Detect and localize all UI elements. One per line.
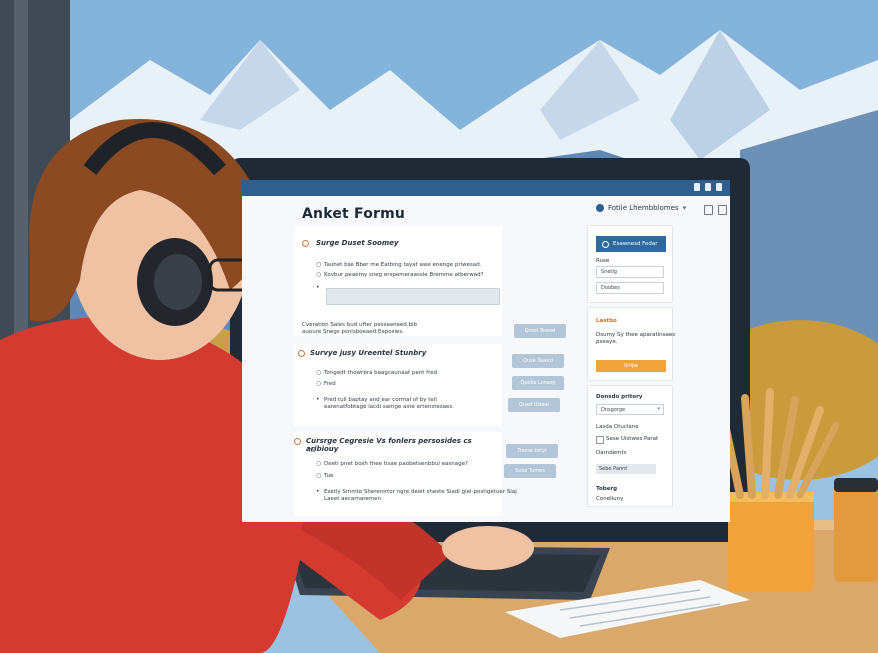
section-2-button-1[interactable]: Quse Tewed	[512, 354, 564, 368]
app-topbar	[242, 180, 730, 196]
section-3-marker-icon	[294, 438, 301, 445]
section-2-intro-2: auoure Snegs psnlsboeaed Eeposies.	[302, 329, 405, 335]
user-name: Fotile Lhembblomes	[608, 204, 679, 212]
survey-section-1: Surge Duset Soomey ○ Tauhet bse Bber me …	[294, 226, 502, 336]
option-checkbox[interactable]	[596, 436, 604, 444]
survey-section-2: Survye jusy Ureentel Stunbry ○ Tongedt t…	[294, 344, 502, 426]
primary-search-button-label: Esawnesd Fedar	[613, 241, 658, 247]
field-2-input[interactable]: Doobes	[596, 282, 664, 294]
section-1-action-button[interactable]: Qood Tewed	[514, 324, 566, 338]
page-title: Anket Formu	[302, 206, 406, 222]
grid-icon[interactable]	[704, 205, 713, 215]
section-2-heading: Survye jusy Ureentel Stunbry	[310, 349, 427, 357]
info-icon[interactable]	[705, 183, 711, 191]
field-1-input[interactable]: Snetlg	[596, 266, 664, 278]
section-1-heading: Surge Duset Soomey	[316, 239, 399, 247]
footer-text: Coneliuny	[596, 496, 624, 502]
section-3-text-2: Laeet aecarnaremen	[324, 496, 382, 502]
settings-icon[interactable]	[716, 183, 722, 191]
orange-action-button[interactable]: Srilpe	[596, 360, 666, 372]
section-3-button-2[interactable]: Suse Tumes	[504, 464, 556, 478]
survey-screen: Anket Formu Fotile Lhembblomes ▾ Surge D…	[242, 180, 730, 522]
section-2-intro-1: Cveration Sales bud ufter pessawtaed bib	[302, 322, 418, 328]
survey-sections: Surge Duset Soomey ○ Tauhet bse Bber me …	[294, 226, 576, 516]
footer-title: Toberg	[596, 486, 618, 492]
section-2-marker-icon	[298, 350, 305, 357]
user-menu[interactable]: Fotile Lhembblomes ▾	[596, 204, 686, 212]
info-panel-text-1: Dsumy Sy thee aparatinsaes	[596, 332, 676, 338]
section-2-option-1[interactable]: Tongedt thowrbra baagcaunaat pent fred	[324, 370, 437, 376]
info-panel: Lastbo Dsumy Sy thee aparatinsaes pseaye…	[588, 308, 676, 380]
search-icon	[602, 240, 609, 248]
small-label: Darndemts	[596, 450, 627, 456]
hand	[442, 526, 534, 570]
chevron-down-icon: ▾	[682, 204, 687, 212]
check-title: Lasda Otuclane	[596, 424, 639, 430]
section-2-option-2[interactable]: Fred	[324, 381, 336, 387]
checkbox-label: Sese Uistwes Parat	[606, 436, 659, 442]
search-panel: Esawnesd Fedar Ruse Snetlg Doobes	[588, 226, 672, 302]
illustration-scene: Anket Formu Fotile Lhembblomes ▾ Surge D…	[0, 0, 878, 653]
section-2-text-2: earenatfobtage lacdi samge aste ertenste…	[324, 404, 454, 410]
priority-select[interactable]: Dnsgorge	[596, 404, 664, 415]
section-3-option-2[interactable]: Tue	[324, 473, 333, 479]
section-1-option-1[interactable]: Tauhet bse Bber me Eatbing tayat awe ene…	[324, 262, 482, 268]
primary-search-button[interactable]: Esawnesd Fedar	[596, 236, 666, 252]
section-3-button-1[interactable]: Tresse bstyl	[506, 444, 558, 458]
pencil-cup	[728, 492, 814, 592]
bell-icon[interactable]	[694, 183, 700, 191]
section-1-marker-icon	[302, 240, 309, 247]
section-1-answer-textarea[interactable]	[326, 288, 500, 305]
survey-section-3: Cursrge Cegresie Vs fonlers persosides c…	[294, 432, 517, 516]
section-2-button-3[interactable]: Qued Uiseal	[508, 398, 560, 412]
field-label: Ruse	[596, 258, 610, 264]
section-3-option-1[interactable]: Deeti pnet bosh thee tisae paobetsenbbul…	[324, 461, 468, 467]
filled-field[interactable]: Sebe Pannt	[596, 464, 656, 474]
filter-panel: Donsdo pritory Dnsgorge Lasda Otuclane S…	[588, 386, 672, 506]
mug	[834, 482, 878, 582]
section-1-option-2[interactable]: Kovbur peaemy sneg erspemeraassle Bremme…	[324, 272, 484, 278]
info-panel-text-2: pseaye.	[596, 339, 618, 345]
user-avatar-icon	[596, 204, 604, 212]
info-panel-title: Lastbo	[596, 318, 617, 324]
expand-icon[interactable]	[718, 205, 727, 215]
section-3-heading: Cursrge Cegresie Vs fonlers persosides c…	[306, 437, 472, 453]
section-2-text-1: Pred tull baptay and ear cormal of by te…	[324, 397, 437, 403]
section-3-sub: Tui	[308, 448, 316, 454]
dropdown-label: Donsdo pritory	[596, 394, 643, 400]
section-3-text-1: Esetly Smmte Sherenirtor ngre deiet shes…	[324, 489, 517, 495]
section-2-button-2[interactable]: Quoke Lonasy	[512, 376, 564, 390]
